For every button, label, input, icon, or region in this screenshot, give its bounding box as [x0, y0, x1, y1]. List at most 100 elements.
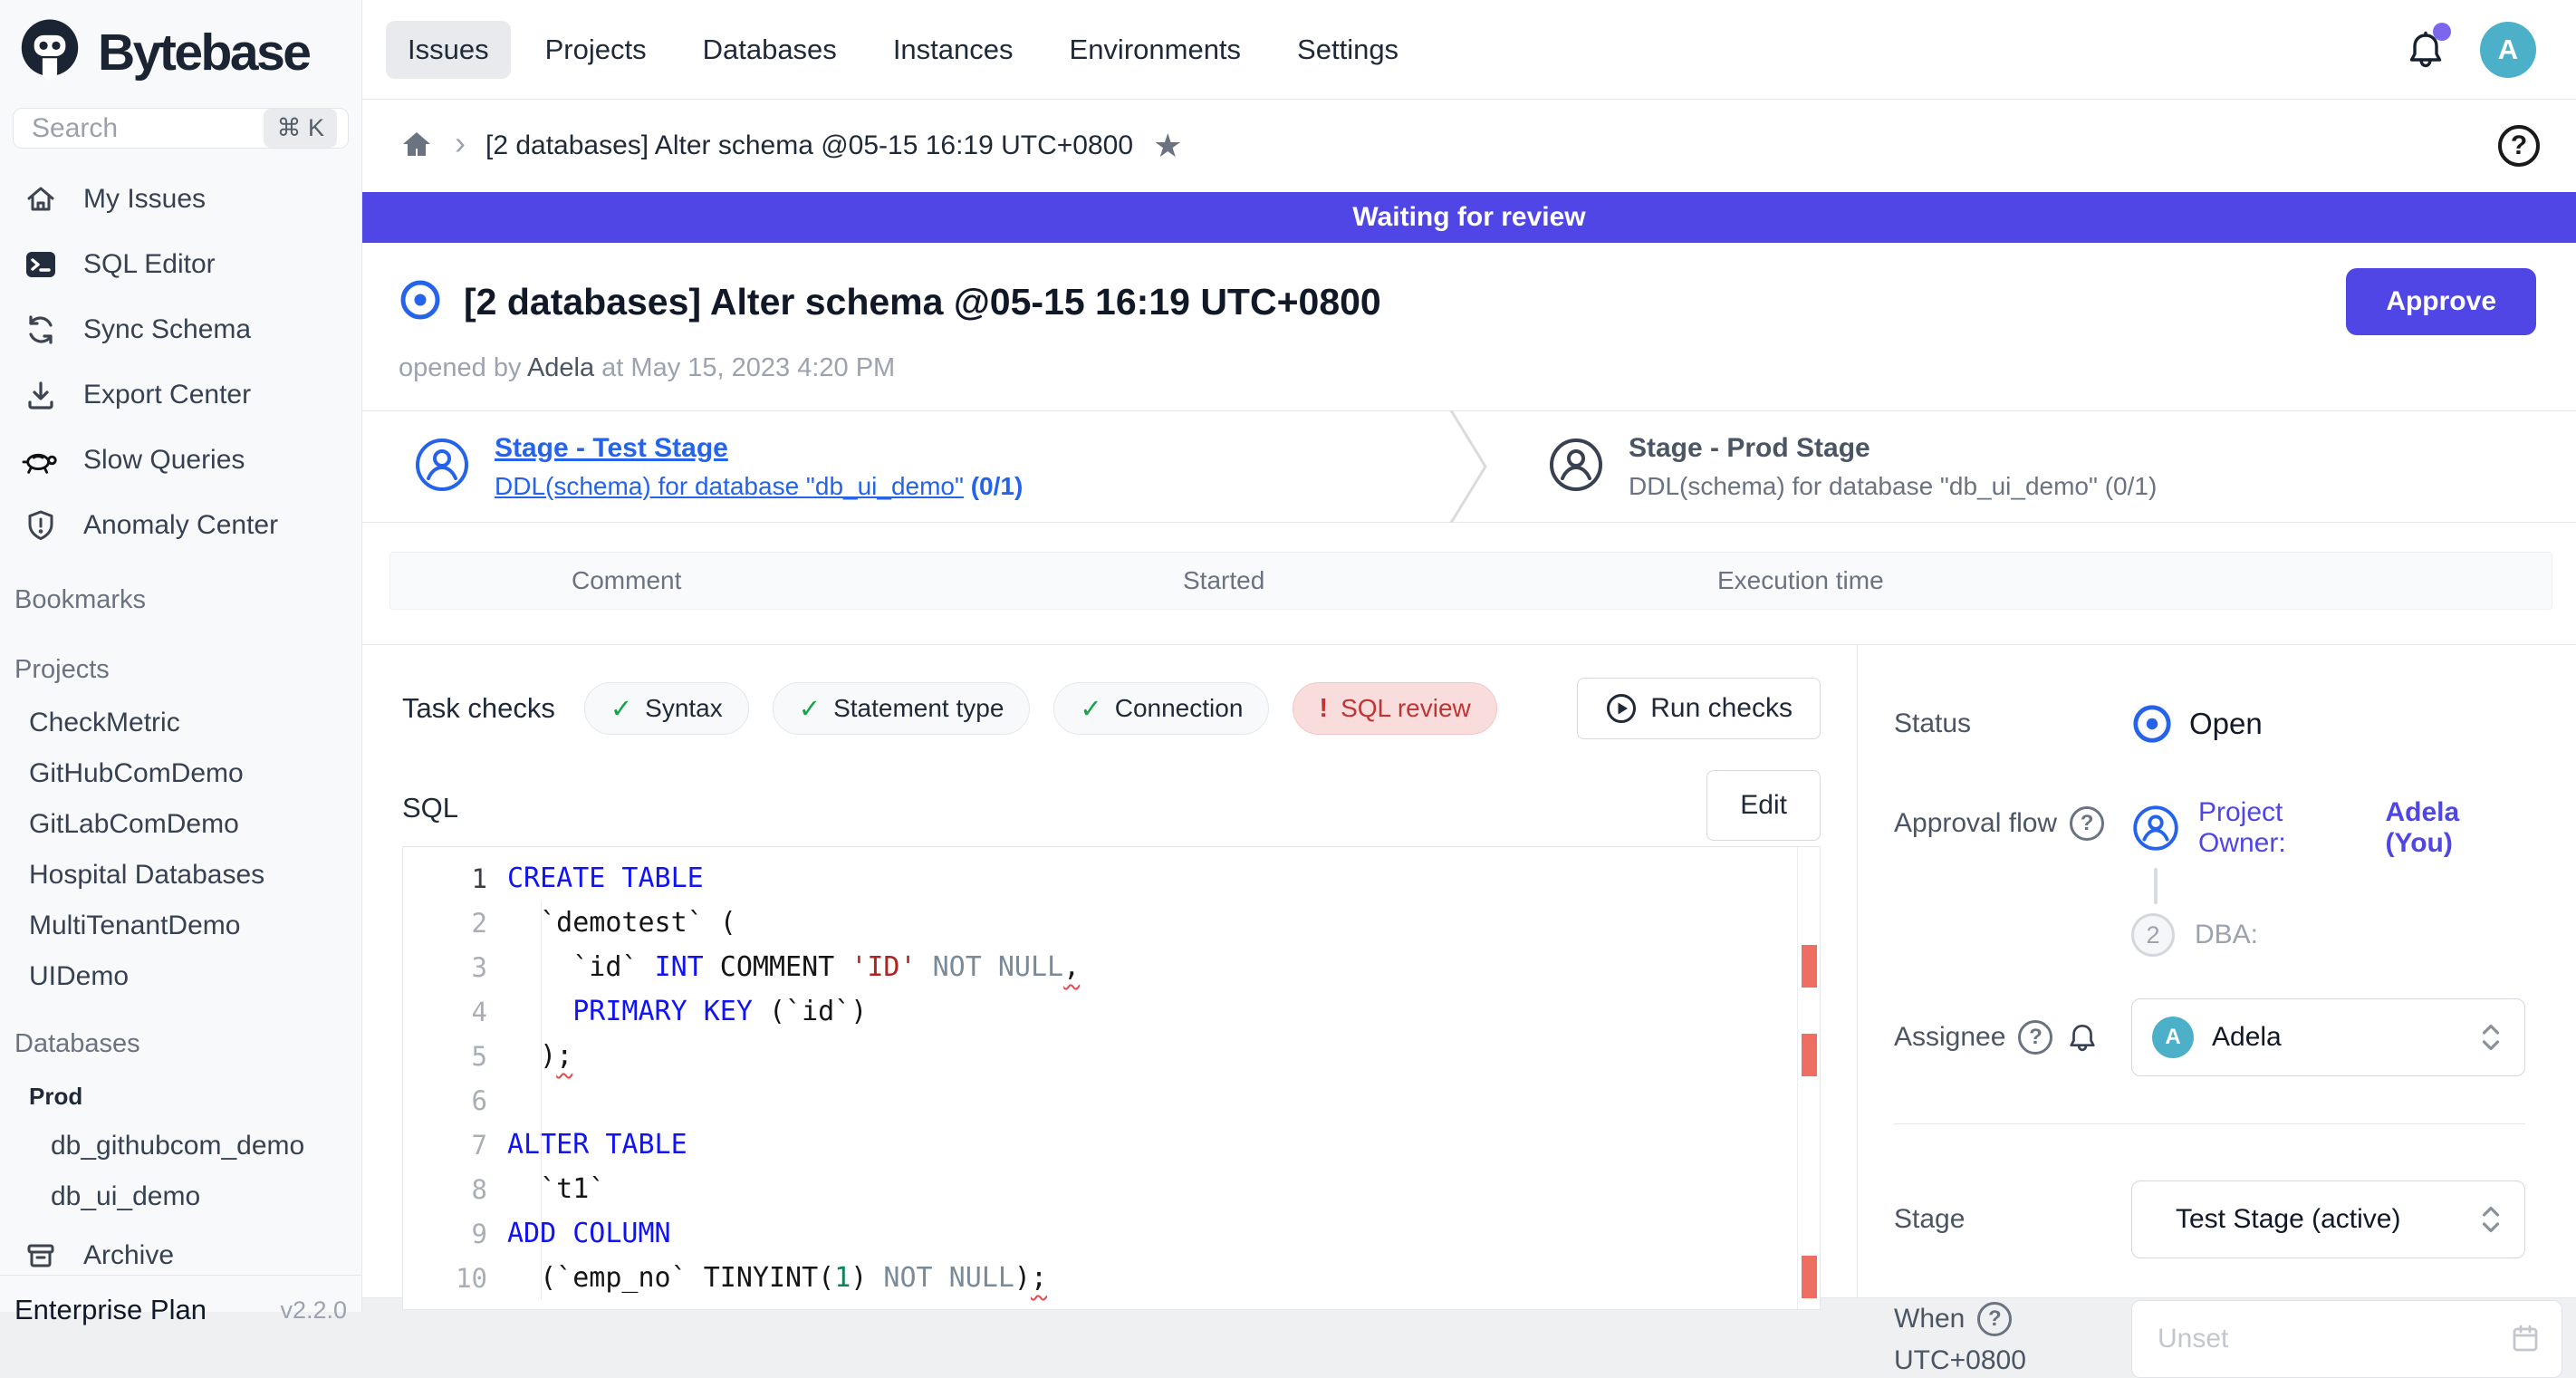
error-marker [1802, 1256, 1817, 1298]
overview-ruler [1797, 847, 1798, 1309]
stage-select[interactable]: Test Stage (active) [2131, 1180, 2525, 1258]
sidebar-item-anomaly-center[interactable]: Anomaly Center [0, 493, 361, 558]
sidebar-section-bookmarks: Bookmarks [0, 558, 361, 628]
check-pill-connection[interactable]: ✓Connection [1053, 682, 1269, 735]
check-pill-sql-review[interactable]: ! SQL review [1293, 682, 1496, 735]
assignee-select[interactable]: A Adela [2131, 998, 2525, 1076]
line-number: 5 [403, 1041, 487, 1072]
code-text: ALTER TABLE [487, 1129, 687, 1161]
search-input[interactable] [30, 112, 264, 145]
sidebar-project-item[interactable]: MultiTenantDemo [0, 901, 361, 951]
approval-flow-help-icon[interactable]: ? [2070, 806, 2104, 841]
code-line: 10 (`emp_no` TINYINT(1) NOT NULL); [403, 1256, 1820, 1300]
check-pill-label: Statement type [833, 694, 1004, 723]
stage-card-test[interactable]: Stage - Test Stage DDL(schema) for datab… [362, 411, 1442, 522]
sidebar-item-slow-queries[interactable]: Slow Queries [0, 428, 361, 493]
bytebase-logo-icon [16, 16, 83, 88]
bookmark-star-icon[interactable]: ★ [1153, 127, 1182, 165]
run-checks-button[interactable]: Run checks [1577, 678, 1821, 739]
approver-person-icon [2131, 804, 2180, 853]
edit-sql-button[interactable]: Edit [1706, 770, 1821, 841]
issue-author[interactable]: Adela [527, 353, 594, 382]
tab-instances[interactable]: Instances [871, 21, 1035, 79]
check-pill-statement-type[interactable]: ✓Statement type [773, 682, 1031, 735]
sql-label: SQL [402, 792, 458, 841]
sidebar-project-item[interactable]: UIDemo [0, 951, 361, 1002]
error-marker [1802, 1034, 1817, 1076]
tab-databases[interactable]: Databases [681, 21, 859, 79]
stage-title[interactable]: Stage - Test Stage [495, 433, 1023, 464]
stage-progress: (0/1) [971, 472, 1024, 500]
sql-editor[interactable]: 1CREATE TABLE2 `demotest` (3 `id` INT CO… [402, 846, 1821, 1310]
shield-icon [22, 506, 60, 544]
plan-label[interactable]: Enterprise Plan [14, 1294, 207, 1326]
sidebar-item-sync-schema[interactable]: Sync Schema [0, 297, 361, 362]
tab-settings[interactable]: Settings [1275, 21, 1420, 79]
tab-issues[interactable]: Issues [386, 21, 511, 79]
check-pill-syntax[interactable]: ✓Syntax [584, 682, 749, 735]
run-checks-icon [1605, 692, 1638, 725]
task-detail-column: Task checks ✓Syntax ✓Statement type ✓Conne… [362, 645, 1857, 1297]
sidebar-project-item[interactable]: GitLabComDemo [0, 799, 361, 850]
calendar-icon [2509, 1323, 2542, 1355]
issue-title: [2 databases] Alter schema @05-15 16:19 … [464, 281, 2324, 323]
stage-card-prod[interactable]: Stage - Prod Stage DDL(schema) for datab… [1496, 411, 2576, 522]
status-label: Status [1894, 708, 2131, 739]
check-pill-label: SQL review [1341, 694, 1471, 723]
sidebar-database-item[interactable]: db_githubcom_demo [0, 1121, 361, 1171]
code-line: 5 ); [403, 1034, 1820, 1078]
select-chevrons-icon [2477, 1203, 2504, 1236]
turtle-icon [22, 441, 60, 479]
assignee-notify-bell-icon[interactable] [2065, 1020, 2100, 1055]
stage-pipeline: Stage - Test Stage DDL(schema) for datab… [362, 410, 2576, 523]
assignee-label: Assignee [1894, 1022, 2005, 1053]
version-label: v2.2.0 [280, 1296, 347, 1325]
approval-flow-connector [2154, 868, 2158, 904]
home-icon [22, 180, 60, 218]
review-status-banner: Waiting for review [362, 192, 2576, 243]
stage-person-icon [1547, 436, 1605, 498]
home-icon[interactable] [399, 126, 435, 167]
line-number: 1 [403, 863, 487, 894]
assignee-help-icon[interactable]: ? [2018, 1020, 2052, 1055]
user-avatar[interactable]: A [2480, 22, 2536, 78]
issue-header: [2 databases] Alter schema @05-15 16:19 … [362, 243, 2576, 410]
select-chevrons-icon [2477, 1021, 2504, 1054]
approval-step1-role: Project Owner: [2198, 797, 2367, 859]
code-line: 8 `t1` [403, 1167, 1820, 1211]
archive-icon [22, 1237, 60, 1275]
error-marker [1802, 945, 1817, 988]
when-help-icon[interactable]: ? [1977, 1302, 2012, 1336]
brand-logo[interactable]: Bytebase [0, 0, 361, 97]
code-text: CREATE TABLE [487, 862, 704, 894]
when-input[interactable] [2156, 1323, 2509, 1355]
tab-environments[interactable]: Environments [1048, 21, 1264, 79]
stage-task-link[interactable]: DDL(schema) for database "db_ui_demo" [495, 472, 964, 500]
sidebar-project-item[interactable]: CheckMetric [0, 698, 361, 748]
sidebar-item-my-issues[interactable]: My Issues [0, 167, 361, 232]
approve-button[interactable]: Approve [2346, 268, 2536, 335]
issue-open-icon [399, 278, 442, 326]
sidebar-item-label: My Issues [83, 184, 206, 215]
task-checks-label: Task checks [402, 692, 555, 725]
error-icon: ! [1319, 694, 1328, 724]
notifications-bell-icon[interactable] [2404, 28, 2447, 72]
breadcrumb: › [2 databases] Alter schema @05-15 16:1… [362, 100, 2576, 192]
breadcrumb-title[interactable]: [2 databases] Alter schema @05-15 16:19 … [485, 130, 1133, 161]
tab-projects[interactable]: Projects [524, 21, 668, 79]
approval-step1-assignee[interactable]: Adela (You) [2385, 797, 2525, 859]
sidebar-item-export-center[interactable]: Export Center [0, 362, 361, 428]
sidebar-project-item[interactable]: GitHubComDemo [0, 748, 361, 799]
help-icon[interactable]: ? [2498, 125, 2540, 167]
sidebar-item-sql-editor[interactable]: SQL Editor [0, 232, 361, 297]
approval-flow-label: Approval flow [1894, 808, 2057, 839]
approval-step2-number: 2 [2131, 913, 2175, 957]
search-box[interactable]: ⌘ K [13, 108, 349, 149]
column-comment: Comment [572, 566, 681, 595]
sidebar-item-label: Export Center [83, 380, 251, 410]
sidebar-item-archive[interactable]: Archive [0, 1237, 361, 1275]
stage-person-icon [413, 436, 471, 498]
sync-icon [22, 311, 60, 349]
sidebar-project-item[interactable]: Hospital Databases [0, 850, 361, 901]
sidebar-database-item[interactable]: db_ui_demo [0, 1171, 361, 1222]
